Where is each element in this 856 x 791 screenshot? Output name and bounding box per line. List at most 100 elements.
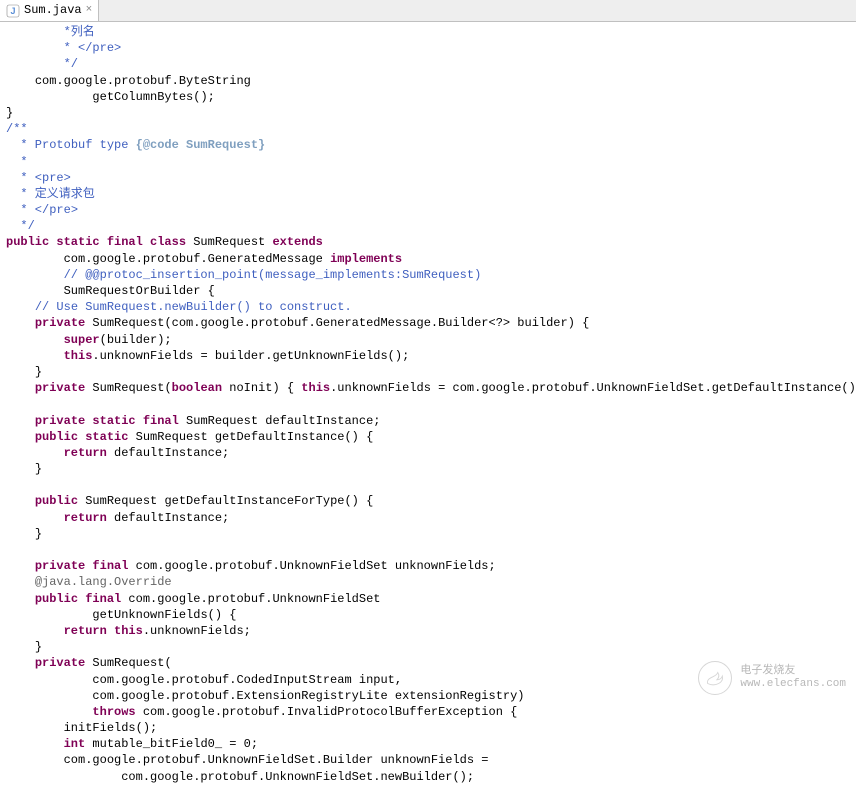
code-token: defaultInstance; [107, 446, 229, 460]
code-token: com.google.protobuf.UnknownFieldSet [121, 592, 380, 606]
code-line[interactable]: * </pre> [6, 202, 850, 218]
code-line[interactable]: */ [6, 218, 850, 234]
code-line[interactable]: } [6, 639, 850, 655]
code-token: return [64, 511, 107, 525]
code-line[interactable]: /** [6, 121, 850, 137]
code-token: mutable_bitField0_ = 0; [85, 737, 258, 751]
code-line[interactable]: return defaultInstance; [6, 510, 850, 526]
code-token: public static [35, 430, 129, 444]
code-token: com.google.protobuf.CodedInputStream inp… [92, 673, 402, 687]
code-token: extends [272, 235, 322, 249]
code-line[interactable]: com.google.protobuf.GeneratedMessage imp… [6, 251, 850, 267]
code-line[interactable]: private SumRequest(boolean noInit) { thi… [6, 380, 850, 396]
code-line[interactable]: public static final class SumRequest ext… [6, 234, 850, 250]
close-icon[interactable]: × [86, 3, 93, 18]
code-line[interactable]: com.google.protobuf.UnknownFieldSet.Buil… [6, 752, 850, 768]
code-line[interactable]: * </pre> [6, 40, 850, 56]
code-token: SumRequest getDefaultInstance() { [128, 430, 373, 444]
code-line[interactable]: *列名 [6, 24, 850, 40]
code-line[interactable]: private SumRequest(com.google.protobuf.G… [6, 315, 850, 331]
code-token: public final [35, 592, 121, 606]
code-token: {@code SumRequest} [136, 138, 266, 152]
code-line[interactable]: getUnknownFields() { [6, 607, 850, 623]
code-token: * 定义请求包 [20, 187, 94, 201]
tab-filename: Sum.java [24, 2, 82, 18]
code-line[interactable]: SumRequestOrBuilder { [6, 283, 850, 299]
code-token: defaultInstance; [107, 511, 229, 525]
code-line[interactable]: return defaultInstance; [6, 445, 850, 461]
code-token: * [20, 155, 27, 169]
file-tab[interactable]: J Sum.java × [0, 0, 99, 21]
code-line[interactable]: this.unknownFields = builder.getUnknownF… [6, 348, 850, 364]
tab-bar: J Sum.java × [0, 0, 856, 22]
code-line[interactable]: return this.unknownFields; [6, 623, 850, 639]
code-line[interactable]: * Protobuf type {@code SumRequest} [6, 137, 850, 153]
code-token: } [35, 462, 42, 476]
code-line[interactable]: super(builder); [6, 332, 850, 348]
code-line[interactable]: com.google.protobuf.UnknownFieldSet.newB… [6, 769, 850, 785]
code-line[interactable]: @java.lang.Override [6, 574, 850, 590]
code-token [6, 397, 13, 411]
code-token: return this [64, 624, 143, 638]
code-token: public static final class [6, 235, 186, 249]
code-token: .unknownFields = builder.getUnknownField… [92, 349, 409, 363]
code-token: /** [6, 122, 28, 136]
code-token: implements [330, 252, 402, 266]
code-token: * </pre> [64, 41, 122, 55]
watermark-icon [698, 661, 732, 695]
code-token: throws [92, 705, 135, 719]
code-token: } [35, 527, 42, 541]
code-line[interactable] [6, 542, 850, 558]
code-token [6, 543, 13, 557]
code-line[interactable]: int mutable_bitField0_ = 0; [6, 736, 850, 752]
code-token: * <pre> [20, 171, 70, 185]
code-token: SumRequest [186, 235, 272, 249]
code-token: * </pre> [20, 203, 78, 217]
svg-text:J: J [10, 6, 15, 16]
code-line[interactable]: } [6, 105, 850, 121]
code-token: } [35, 365, 42, 379]
code-line[interactable] [6, 477, 850, 493]
code-token: public [35, 494, 78, 508]
code-line[interactable]: * <pre> [6, 170, 850, 186]
code-token: SumRequest(com.google.protobuf.Generated… [85, 316, 589, 330]
code-token: * Protobuf type [20, 138, 135, 152]
code-token: com.google.protobuf.UnknownFieldSet.newB… [121, 770, 474, 784]
code-token: SumRequestOrBuilder { [64, 284, 215, 298]
code-line[interactable]: */ [6, 56, 850, 72]
code-line[interactable]: private final com.google.protobuf.Unknow… [6, 558, 850, 574]
code-line[interactable]: throws com.google.protobuf.InvalidProtoc… [6, 704, 850, 720]
code-token: com.google.protobuf.ExtensionRegistryLit… [92, 689, 524, 703]
code-line[interactable]: public static SumRequest getDefaultInsta… [6, 429, 850, 445]
code-line[interactable]: * 定义请求包 [6, 186, 850, 202]
code-line[interactable]: private static final SumRequest defaultI… [6, 413, 850, 429]
code-line[interactable]: } [6, 364, 850, 380]
code-token: */ [64, 57, 78, 71]
code-token [6, 478, 13, 492]
code-token: // Use SumRequest.newBuilder() to constr… [35, 300, 352, 314]
code-token: private [35, 316, 85, 330]
code-token: initFields(); [64, 721, 158, 735]
code-line[interactable]: com.google.protobuf.ByteString [6, 73, 850, 89]
code-line[interactable]: } [6, 461, 850, 477]
watermark: 电子发烧友 www.elecfans.com [698, 661, 846, 695]
code-token: this [64, 349, 93, 363]
code-token: private [35, 656, 85, 670]
code-line[interactable]: // Use SumRequest.newBuilder() to constr… [6, 299, 850, 315]
code-token: .unknownFields; [143, 624, 251, 638]
code-token: int [64, 737, 86, 751]
code-line[interactable]: public SumRequest getDefaultInstanceForT… [6, 493, 850, 509]
code-line[interactable]: getColumnBytes(); [6, 89, 850, 105]
code-line[interactable]: } [6, 526, 850, 542]
code-token: SumRequest( [85, 381, 171, 395]
code-line[interactable]: * [6, 154, 850, 170]
code-token: com.google.protobuf.GeneratedMessage [64, 252, 330, 266]
code-line[interactable]: // @@protoc_insertion_point(message_impl… [6, 267, 850, 283]
code-line[interactable]: public final com.google.protobuf.Unknown… [6, 591, 850, 607]
code-token: private final [35, 559, 129, 573]
code-line[interactable] [6, 396, 850, 412]
code-line[interactable]: initFields(); [6, 720, 850, 736]
code-token: super [64, 333, 100, 347]
code-token: SumRequest getDefaultInstanceForType() { [78, 494, 373, 508]
code-token: SumRequest defaultInstance; [179, 414, 381, 428]
